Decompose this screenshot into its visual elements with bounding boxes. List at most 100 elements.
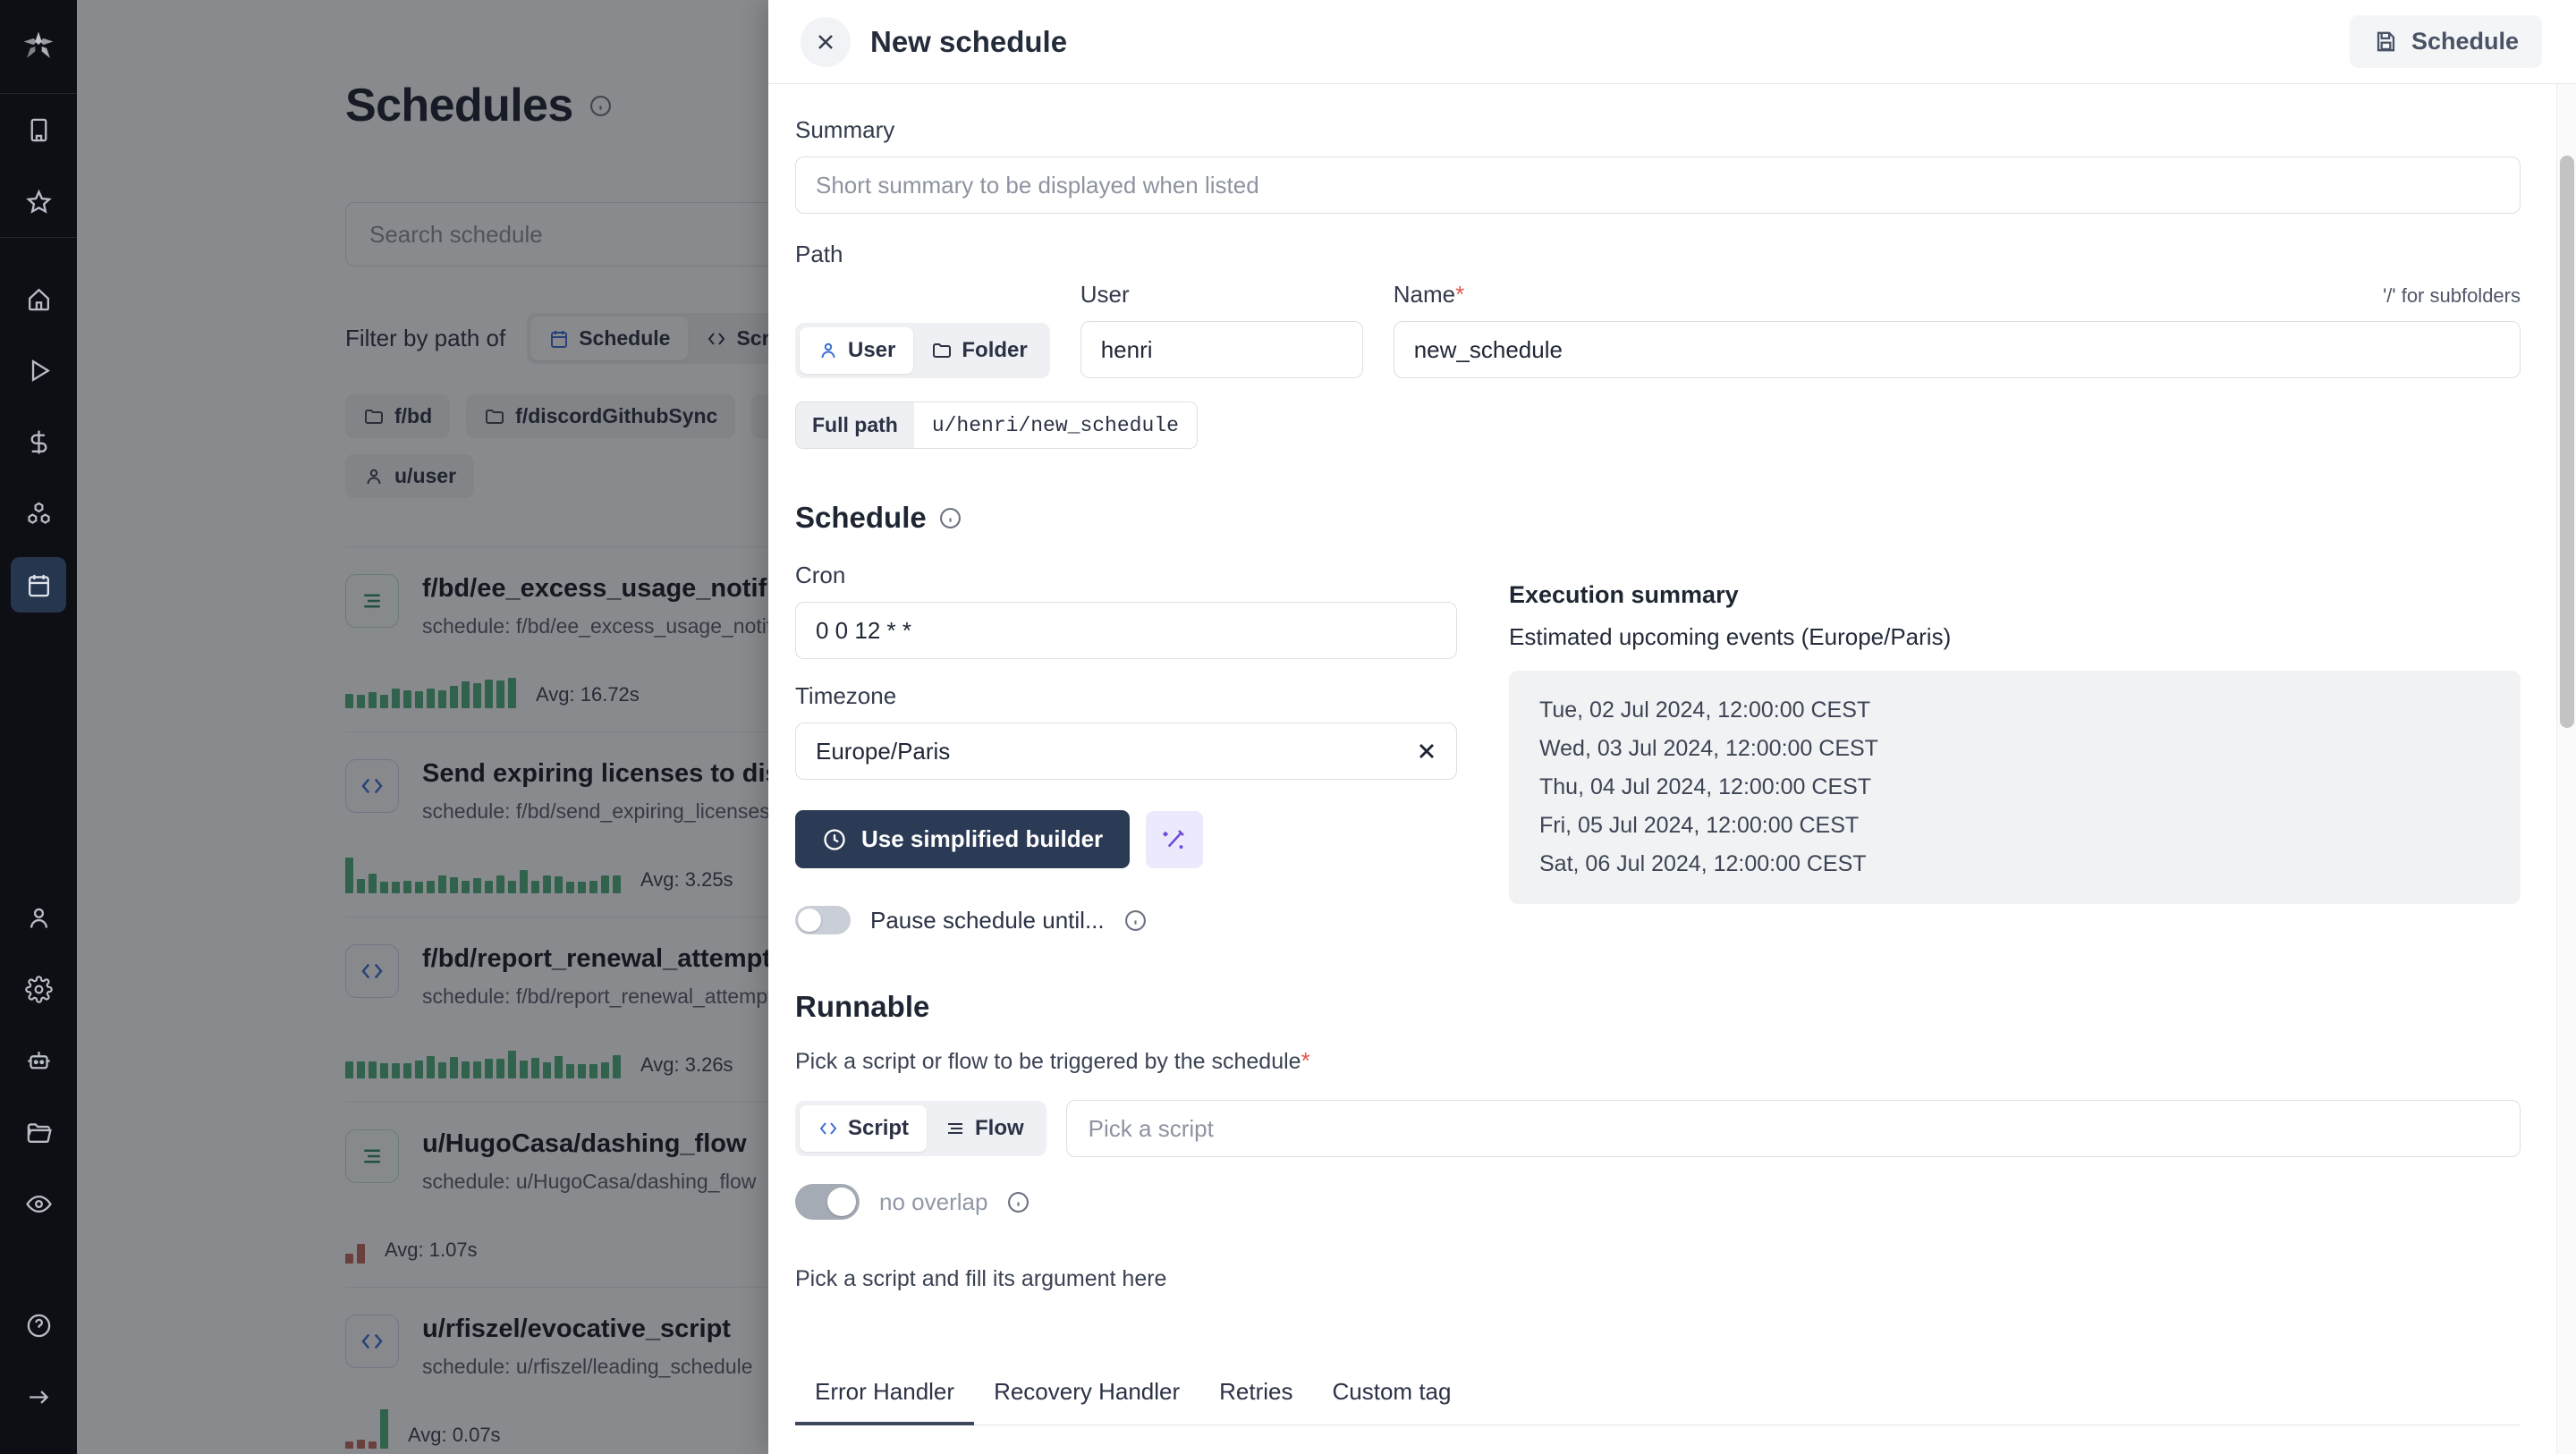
sidebar-item-favorites[interactable] bbox=[11, 173, 66, 229]
tab-error-handler[interactable]: Error Handler bbox=[795, 1369, 975, 1425]
info-icon bbox=[1007, 1191, 1030, 1213]
required-marker: * bbox=[1455, 281, 1465, 308]
path-name-value: new_schedule bbox=[1413, 335, 1563, 363]
execution-summary-panel: Execution summary Estimated upcoming eve… bbox=[1509, 562, 2521, 904]
path-user-label: User bbox=[1080, 281, 1130, 308]
runnable-kind-flow[interactable]: Flow bbox=[927, 1105, 1042, 1152]
new-schedule-drawer: New schedule Schedule Summary Short summ… bbox=[768, 0, 2576, 1454]
schedule-heading: Schedule bbox=[795, 501, 927, 534]
sidebar-item-help[interactable] bbox=[11, 1298, 66, 1353]
use-simplified-builder-label: Use simplified builder bbox=[861, 825, 1104, 852]
schedule-columns: Cron 0 0 12 * * Timezone Europe/Paris Us… bbox=[795, 562, 2521, 934]
cron-input[interactable]: 0 0 12 * * bbox=[795, 602, 1457, 659]
drawer-scrollbar-thumb[interactable] bbox=[2560, 156, 2574, 728]
sidebar bbox=[0, 0, 77, 1454]
sidebar-item-folders[interactable] bbox=[11, 1104, 66, 1160]
execution-summary-event: Tue, 02 Jul 2024, 12:00:00 CEST bbox=[1539, 697, 1871, 723]
runnable-kind-script-label: Script bbox=[848, 1116, 910, 1140]
path-kind-toggle: User Folder bbox=[795, 323, 1050, 378]
no-overlap-toggle[interactable] bbox=[795, 1184, 860, 1220]
cron-value: 0 0 12 * * bbox=[816, 616, 911, 644]
sidebar-item-settings[interactable] bbox=[11, 961, 66, 1017]
runnable-picker-row: Script Flow Pick a script bbox=[795, 1100, 2521, 1157]
sidebar-item-schedules[interactable] bbox=[11, 557, 66, 613]
runnable-heading: Runnable bbox=[795, 990, 930, 1023]
path-kind-user-label: User bbox=[848, 338, 896, 362]
tab-recovery-handler[interactable]: Recovery Handler bbox=[974, 1369, 1199, 1425]
user-icon bbox=[818, 340, 839, 361]
sidebar-group-top bbox=[0, 94, 77, 237]
summary-label: Summary bbox=[795, 116, 895, 143]
sidebar-group-main bbox=[0, 263, 77, 621]
execution-summary-event: Wed, 03 Jul 2024, 12:00:00 CEST bbox=[1539, 736, 1878, 761]
path-name-hint: '/' for subfolders bbox=[2383, 284, 2521, 307]
schedule-left-column: Cron 0 0 12 * * Timezone Europe/Paris Us… bbox=[795, 562, 1457, 934]
code-icon bbox=[818, 1118, 839, 1139]
drawer-body: Summary Short summary to be displayed wh… bbox=[768, 84, 2576, 1454]
execution-summary-subtitle: Estimated upcoming events (Europe/Paris) bbox=[1509, 623, 1952, 650]
sidebar-item-user[interactable] bbox=[11, 890, 66, 945]
runnable-note: Pick a script or flow to be triggered by… bbox=[795, 1047, 2521, 1075]
summary-input[interactable]: Short summary to be displayed when liste… bbox=[795, 156, 2521, 214]
path-kind-folder-label: Folder bbox=[962, 338, 1028, 362]
path-user-field: User henri bbox=[1080, 281, 1363, 378]
handler-tabs: Error Handler Recovery Handler Retries Cust… bbox=[795, 1369, 2521, 1425]
path-name-input[interactable]: new_schedule bbox=[1393, 321, 2521, 378]
runnable-kind-toggle: Script Flow bbox=[795, 1101, 1046, 1156]
runnable-note-text: Pick a script or flow to be triggered by… bbox=[795, 1049, 1301, 1074]
execution-summary-event: Thu, 04 Jul 2024, 12:00:00 CEST bbox=[1539, 774, 1872, 799]
timezone-label: Timezone bbox=[795, 682, 897, 709]
path-user-value: henri bbox=[1100, 335, 1153, 363]
runnable-kind-script[interactable]: Script bbox=[800, 1105, 928, 1152]
path-user-input[interactable]: henri bbox=[1080, 321, 1363, 378]
timezone-value: Europe/Paris bbox=[816, 737, 951, 765]
pause-schedule-toggle[interactable] bbox=[795, 906, 851, 934]
path-name-field: Name* '/' for subfolders new_schedule bbox=[1393, 281, 2521, 378]
execution-summary-list: Tue, 02 Jul 2024, 12:00:00 CEST Wed, 03 J… bbox=[1509, 671, 2521, 904]
sidebar-item-workspace[interactable] bbox=[11, 102, 66, 157]
execution-summary-title: Execution summary bbox=[1509, 581, 1739, 608]
execution-summary-event: Sat, 06 Jul 2024, 12:00:00 CEST bbox=[1539, 851, 1867, 876]
full-path-value: u/henri/new_schedule bbox=[913, 402, 1197, 448]
path-kind-folder[interactable]: Folder bbox=[913, 327, 1045, 374]
cron-label: Cron bbox=[795, 562, 846, 588]
full-path-label: Full path bbox=[796, 402, 914, 448]
drawer-scrollbar[interactable] bbox=[2556, 84, 2576, 1454]
timezone-input[interactable]: Europe/Paris bbox=[795, 723, 1457, 780]
wand-icon[interactable] bbox=[1146, 810, 1204, 868]
close-icon[interactable] bbox=[801, 16, 851, 67]
sidebar-item-workers[interactable] bbox=[11, 1033, 66, 1088]
sidebar-item-home[interactable] bbox=[11, 271, 66, 326]
sidebar-item-audit-logs[interactable] bbox=[11, 1176, 66, 1231]
sidebar-item-billing[interactable] bbox=[11, 414, 66, 469]
required-marker: * bbox=[1301, 1047, 1310, 1074]
execution-summary-event: Fri, 05 Jul 2024, 12:00:00 CEST bbox=[1539, 813, 1860, 838]
drawer-header: New schedule Schedule bbox=[768, 0, 2576, 84]
drawer-title: New schedule bbox=[870, 24, 1068, 58]
path-name-label: Name* bbox=[1394, 281, 1464, 309]
summary-placeholder: Short summary to be displayed when liste… bbox=[816, 171, 1259, 199]
sidebar-item-expand[interactable] bbox=[11, 1369, 66, 1424]
sidebar-item-runs[interactable] bbox=[11, 342, 66, 398]
windmill-logo[interactable] bbox=[0, 0, 77, 93]
runnable-picker-input[interactable]: Pick a script bbox=[1065, 1100, 2521, 1157]
timezone-clear-icon[interactable] bbox=[1414, 739, 1439, 764]
full-path-display: Full path u/henri/new_schedule bbox=[795, 402, 1198, 449]
builder-button-row: Use simplified builder bbox=[795, 810, 1457, 868]
tab-retries[interactable]: Retries bbox=[1199, 1369, 1312, 1425]
flow-icon bbox=[945, 1118, 966, 1139]
no-overlap-label: no overlap bbox=[879, 1188, 988, 1215]
path-row: User Folder User henri Name* '/' for sub… bbox=[795, 281, 2521, 378]
tab-custom-tag[interactable]: Custom tag bbox=[1313, 1369, 1471, 1425]
path-kind-user[interactable]: User bbox=[800, 327, 914, 374]
pause-schedule-label: Pause schedule until... bbox=[870, 906, 1105, 934]
schedule-save-button[interactable]: Schedule bbox=[2349, 15, 2542, 68]
folder-icon bbox=[931, 340, 953, 361]
save-icon bbox=[2373, 29, 2399, 55]
runnable-kind-flow-label: Flow bbox=[975, 1116, 1024, 1140]
use-simplified-builder-button[interactable]: Use simplified builder bbox=[795, 810, 1131, 868]
clock-icon bbox=[822, 827, 847, 852]
sidebar-item-resources[interactable] bbox=[11, 486, 66, 541]
schedule-heading-row: Schedule bbox=[795, 501, 2521, 535]
info-icon bbox=[939, 507, 962, 529]
